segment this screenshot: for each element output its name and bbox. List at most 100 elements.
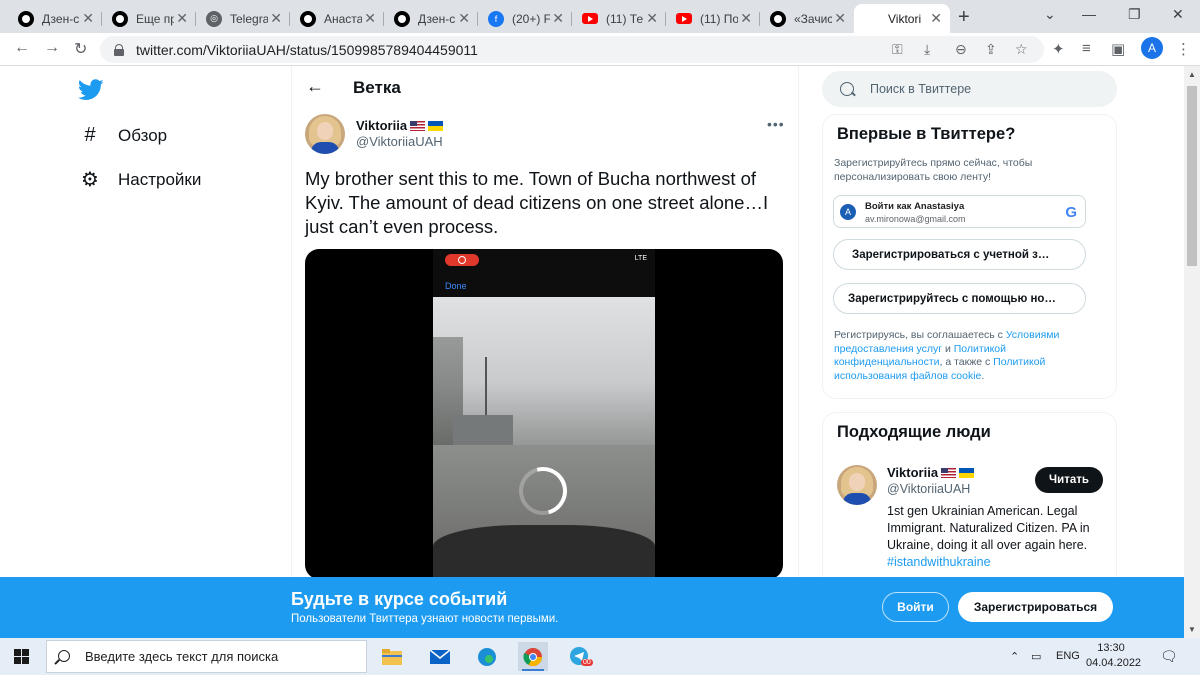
more-options-icon[interactable]: ••• (767, 116, 785, 132)
browser-tab-strip: Дзен-с ✕ Еще пр ✕ ◎ Telegra ✕ Анаста ✕ Д… (0, 0, 1200, 33)
browser-toolbar: ← → ↻ twitter.com/ViktoriiaUAH/status/15… (0, 33, 1200, 66)
banner-subtitle: Пользователи Твиттера узнают новости пер… (291, 613, 559, 625)
suggested-user-handle[interactable]: @ViktoriiaUAH (887, 482, 970, 496)
close-icon[interactable]: ✕ (82, 11, 94, 25)
apple-signup-label: Зарегистрироваться с учетной з… (852, 248, 1050, 261)
apple-signup-button[interactable]: Зарегистрироваться с учетной з… (833, 239, 1086, 270)
nav-item-label: Настройки (118, 169, 202, 189)
browser-tab[interactable]: (11) Те ✕ (572, 4, 666, 33)
phone-signup-button[interactable]: Зарегистрируйтесь с помощью но… (833, 283, 1086, 314)
search-placeholder: Поиск в Твиттере (870, 82, 972, 96)
close-icon[interactable]: ✕ (552, 11, 564, 25)
tweet-text: My brother sent this to me. Town of Buch… (305, 168, 769, 237)
legal-and: и (942, 342, 954, 355)
recording-indicator-icon (445, 254, 479, 266)
google-account-label: Войти как Anastasiya (865, 201, 965, 212)
browser-tab[interactable]: «Зачис ✕ (760, 4, 854, 33)
taskbar-search-input[interactable]: Введите здесь текст для поиска (46, 640, 367, 673)
close-icon[interactable]: ✕ (646, 11, 658, 25)
browser-tab[interactable]: f (20+) F ✕ (478, 4, 572, 33)
signup-button[interactable]: Зарегистрироваться (958, 592, 1113, 622)
browser-tab-active[interactable]: 🕊 Viktori ✕ (854, 4, 950, 33)
close-icon[interactable]: ✕ (740, 11, 752, 25)
star-icon[interactable]: ☆ (1015, 41, 1028, 58)
tab-label: (20+) F (512, 11, 550, 26)
new-tab-button[interactable]: + (958, 6, 970, 29)
close-icon[interactable]: ✕ (176, 11, 188, 25)
minimize-button[interactable]: — (1082, 6, 1096, 22)
signup-card-subtitle: Зарегистрируйтесь прямо сейчас, чтобы пе… (834, 157, 1033, 183)
browser-tab[interactable]: Анаста ✕ (290, 4, 384, 33)
nav-item-label: Обзор (118, 125, 168, 145)
notifications-icon[interactable]: 🗨 (1160, 648, 1178, 665)
restore-button[interactable]: ❐ (1128, 6, 1141, 23)
signup-card: Впервые в Твиттере? Зарегистрируйтесь пр… (822, 114, 1117, 399)
back-arrow-icon[interactable]: ← (306, 76, 324, 97)
close-icon[interactable]: ✕ (270, 11, 282, 25)
zoom-icon[interactable]: ⊖ (955, 41, 967, 58)
banner-title: Будьте в курсе событий (291, 589, 508, 609)
legal-end: . (981, 369, 985, 382)
video-frame: LTE Done (433, 249, 655, 577)
search-icon (840, 82, 854, 96)
telegram-icon[interactable]: 00 (565, 642, 595, 671)
browser-tab[interactable]: Дзен-с ✕ (384, 4, 478, 33)
browser-tab[interactable]: ◎ Telegra ✕ (196, 4, 290, 33)
reload-icon[interactable]: ↻ (74, 39, 87, 59)
nav-item-explore[interactable]: # Обзор (78, 124, 167, 147)
page-scrollbar[interactable]: ▲ ▼ (1184, 66, 1200, 638)
browser-tab[interactable]: Дзен-с ✕ (8, 4, 102, 33)
author-avatar[interactable] (305, 114, 345, 154)
author-name[interactable]: Viktoriia (356, 118, 444, 133)
suggested-user-name[interactable]: Viktoriia (887, 465, 975, 480)
media-control-icon[interactable]: ≡ (1082, 40, 1091, 57)
tab-label: Еще пр (136, 11, 174, 26)
scroll-down-icon[interactable]: ▼ (1188, 625, 1196, 634)
scrollbar-thumb[interactable] (1187, 86, 1197, 266)
suggested-user-avatar[interactable] (837, 465, 877, 505)
suggested-user-bio: 1st gen Ukrainian American. Legal Immigr… (887, 503, 1102, 571)
key-icon[interactable]: ⚿ (892, 41, 903, 58)
forward-arrow-icon[interactable]: → (44, 39, 60, 57)
edge-browser-icon[interactable] (472, 642, 502, 671)
hashtag-link[interactable]: #istandwithukraine (887, 555, 991, 569)
tray-chevron-icon[interactable]: ⌃ (1010, 650, 1019, 663)
url-text: twitter.com/ViktoriiaUAH/status/15099857… (136, 41, 478, 58)
close-icon[interactable]: ✕ (930, 11, 942, 25)
scroll-up-icon[interactable]: ▲ (1188, 70, 1196, 79)
network-icon[interactable]: ▭ (1031, 650, 1041, 663)
close-icon[interactable]: ✕ (834, 11, 846, 25)
twitter-logo-icon[interactable] (78, 78, 104, 102)
close-icon[interactable]: ✕ (364, 11, 376, 25)
browser-tab[interactable]: (11) По ✕ (666, 4, 760, 33)
nav-item-settings[interactable]: ⚙ Настройки (78, 167, 201, 192)
login-button[interactable]: Войти (882, 592, 949, 622)
taskbar-search-placeholder: Введите здесь текст для поиска (85, 649, 279, 664)
follow-button[interactable]: Читать (1035, 467, 1103, 493)
close-icon[interactable]: ✕ (458, 11, 470, 25)
clock[interactable]: 13:30 04.04.2022 (1086, 641, 1142, 671)
chrome-browser-icon[interactable] (518, 642, 548, 671)
menu-dots-icon[interactable]: ⋮ (1176, 40, 1191, 58)
share-icon[interactable]: ⇪ (985, 41, 997, 58)
file-explorer-icon[interactable] (377, 642, 407, 671)
browser-tab[interactable]: Еще пр ✕ (102, 4, 196, 33)
gear-icon: ⚙ (81, 169, 99, 191)
mail-icon[interactable] (425, 642, 455, 671)
back-arrow-icon[interactable]: ← (14, 39, 30, 57)
profile-avatar[interactable]: A (1141, 37, 1163, 59)
author-handle[interactable]: @ViktoriiaUAH (356, 134, 443, 149)
dzen-icon (770, 10, 786, 27)
search-input[interactable]: Поиск в Твиттере (822, 71, 1117, 107)
windows-start-icon[interactable] (14, 649, 29, 664)
language-indicator[interactable]: ENG (1056, 650, 1080, 662)
install-app-icon[interactable]: ⤓ (924, 41, 930, 58)
address-bar[interactable]: twitter.com/ViktoriiaUAH/status/15099857… (100, 36, 1044, 63)
tab-search-chevron-icon[interactable]: ⌄ (1044, 6, 1056, 23)
close-window-button[interactable]: ✕ (1172, 6, 1184, 23)
tweet-video[interactable]: LTE Done (305, 249, 783, 577)
extensions-icon[interactable]: ✦ (1052, 40, 1065, 58)
google-signin-button[interactable]: A Войти как Anastasiya av.mironowa@gmail… (833, 195, 1086, 228)
side-panel-icon[interactable]: ▣ (1111, 40, 1125, 58)
clock-date: 04.04.2022 (1086, 657, 1142, 669)
